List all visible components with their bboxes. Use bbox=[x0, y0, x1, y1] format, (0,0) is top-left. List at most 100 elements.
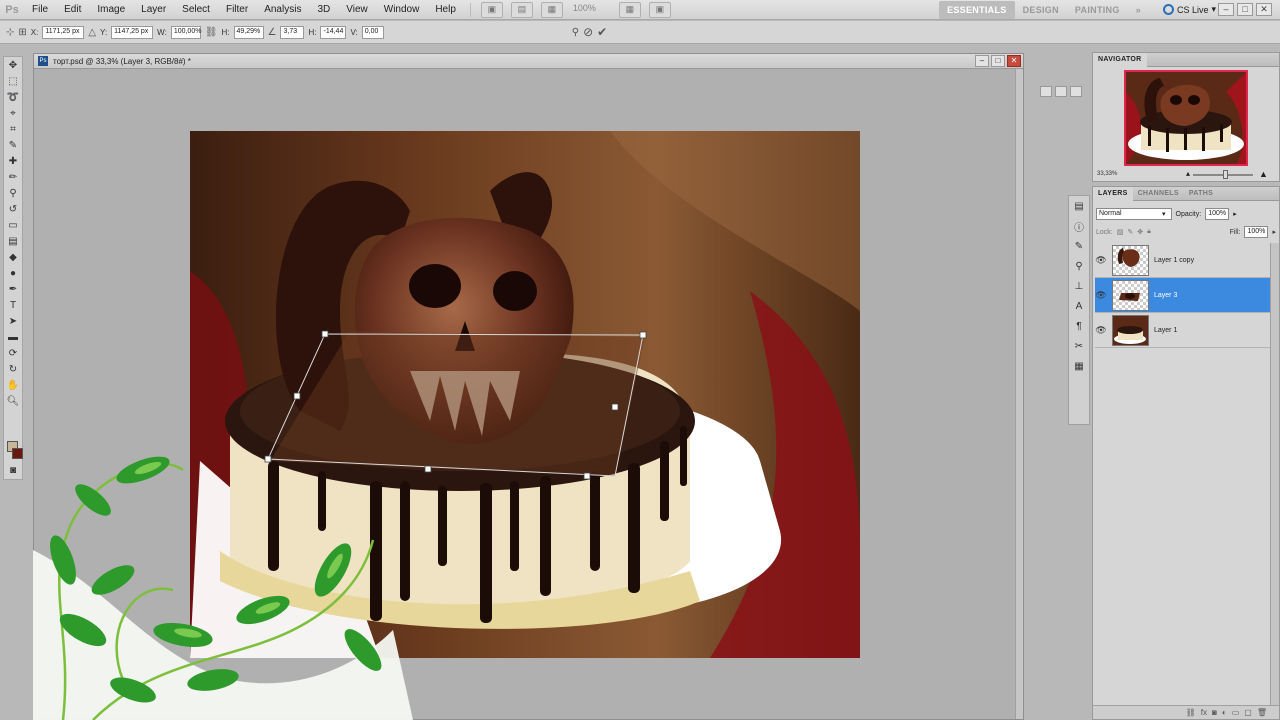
workspace-painting[interactable]: PAINTING bbox=[1067, 0, 1128, 20]
character-panel-icon[interactable]: A bbox=[1069, 296, 1089, 316]
layers-scrollbar[interactable] bbox=[1270, 243, 1279, 713]
launch-minibridge-button[interactable]: ▤ bbox=[510, 1, 533, 18]
actions-panel-icon[interactable]: ✂ bbox=[1069, 336, 1089, 356]
menu-select[interactable]: Select bbox=[174, 0, 218, 20]
lasso-tool-icon[interactable]: ➰ bbox=[4, 89, 22, 105]
menu-window[interactable]: Window bbox=[376, 0, 428, 20]
menu-3d[interactable]: 3D bbox=[309, 0, 338, 20]
transform-tool-icon[interactable]: ⊹ bbox=[6, 27, 14, 38]
layer-row-layer-1-copy[interactable]: 👁︎ Layer 1 copy bbox=[1095, 243, 1270, 278]
height-field[interactable]: 49,29% bbox=[233, 25, 264, 39]
history-brush-tool-icon[interactable]: ↺ bbox=[4, 201, 22, 217]
link-layers-icon[interactable]: ⛓ bbox=[1186, 708, 1196, 717]
blur-tool-icon[interactable]: ◆ bbox=[4, 249, 22, 265]
y-position-field[interactable]: 1147,25 px bbox=[111, 25, 154, 39]
tab-layers[interactable]: LAYERS bbox=[1093, 186, 1133, 201]
paragraph-panel-icon[interactable]: ¶ bbox=[1069, 316, 1089, 336]
chevron-down-icon[interactable]: ▾ bbox=[1162, 210, 1166, 218]
move-tool-icon[interactable]: ✥ bbox=[4, 57, 22, 73]
adjustment-layer-icon[interactable]: ◐ bbox=[1222, 708, 1227, 717]
relative-position-icon[interactable]: △ bbox=[88, 27, 96, 38]
layer-row-layer-1[interactable]: 👁︎ Layer 1 bbox=[1095, 313, 1270, 348]
history-panel-icon[interactable]: ▤ bbox=[1069, 196, 1089, 216]
frame-restore-button[interactable] bbox=[1055, 86, 1067, 97]
menu-help[interactable]: Help bbox=[427, 0, 464, 20]
hand-tool-icon[interactable]: ✋ bbox=[4, 377, 22, 393]
document-scrollbar[interactable] bbox=[1015, 69, 1023, 719]
document-close-button[interactable]: ✕ bbox=[1007, 55, 1021, 67]
menu-filter[interactable]: Filter bbox=[218, 0, 256, 20]
delete-layer-icon[interactable]: 🗑︎ bbox=[1257, 708, 1267, 717]
zoom-in-icon[interactable]: ▲ bbox=[1259, 169, 1268, 179]
opacity-field[interactable]: 100% bbox=[1205, 208, 1230, 220]
marquee-tool-icon[interactable]: ⬚ bbox=[4, 73, 22, 89]
clone-stamp-tool-icon[interactable]: ⚲ bbox=[4, 185, 22, 201]
add-mask-icon[interactable]: ◙ bbox=[1212, 708, 1217, 717]
frame-close-button[interactable] bbox=[1070, 86, 1082, 97]
cs-live-button[interactable]: CS Live ▾ bbox=[1162, 4, 1216, 15]
tab-paths[interactable]: PATHS bbox=[1184, 187, 1218, 201]
workspace-more-button[interactable]: » bbox=[1128, 0, 1149, 20]
pen-tool-icon[interactable]: ✒ bbox=[4, 281, 22, 297]
layer-style-icon[interactable]: fx bbox=[1201, 708, 1207, 717]
zoom-out-icon[interactable]: ▴ bbox=[1186, 169, 1190, 178]
link-icon[interactable]: ⛓ bbox=[205, 27, 218, 38]
lock-pixels-icon[interactable]: ✎ bbox=[1127, 228, 1133, 236]
brush-tool-icon[interactable]: ✏ bbox=[4, 169, 22, 185]
blend-mode-select[interactable]: Normal bbox=[1096, 208, 1172, 220]
fill-arrow-icon[interactable]: ▸ bbox=[1272, 228, 1276, 236]
lock-transparent-icon[interactable]: ▨ bbox=[1117, 228, 1124, 236]
tab-channels[interactable]: CHANNELS bbox=[1133, 187, 1184, 201]
zoom-level-dropdown[interactable]: 100% bbox=[573, 3, 609, 17]
menu-edit[interactable]: Edit bbox=[56, 0, 89, 20]
tool-presets-icon[interactable]: ⊥ bbox=[1069, 276, 1089, 296]
menu-file[interactable]: File bbox=[24, 0, 56, 20]
commit-transform-icon[interactable]: ✔ bbox=[597, 25, 607, 39]
layer-name[interactable]: Layer 1 bbox=[1154, 327, 1177, 334]
document-tab[interactable]: Ps торт.psd @ 33,3% (Layer 3, RGB/8#) * bbox=[34, 54, 1023, 69]
x-position-field[interactable]: 1171,25 px bbox=[42, 25, 85, 39]
close-window-button[interactable]: ✕ bbox=[1256, 3, 1272, 16]
type-tool-icon[interactable]: T bbox=[4, 297, 22, 313]
menu-layer[interactable]: Layer bbox=[133, 0, 174, 20]
shape-tool-icon[interactable]: ▬ bbox=[4, 329, 22, 345]
quick-select-tool-icon[interactable]: ⌖ bbox=[4, 105, 22, 121]
visibility-eye-icon[interactable]: 👁︎ bbox=[1095, 255, 1107, 266]
view-extras-button[interactable]: ▦ bbox=[540, 1, 563, 18]
clone-source-icon[interactable]: ⚲ bbox=[1069, 256, 1089, 276]
opacity-arrow-icon[interactable]: ▸ bbox=[1233, 210, 1237, 218]
lock-all-icon[interactable]: 🔒︎ bbox=[1147, 228, 1151, 236]
navigator-zoom-value[interactable]: 33,33% bbox=[1097, 171, 1117, 177]
menu-image[interactable]: Image bbox=[89, 0, 133, 20]
launch-bridge-button[interactable]: ▣ bbox=[480, 1, 503, 18]
path-selection-tool-icon[interactable]: ➤ bbox=[4, 313, 22, 329]
zoom-tool-icon[interactable]: 🔍︎ bbox=[4, 393, 22, 409]
eraser-tool-icon[interactable]: ▭ bbox=[4, 217, 22, 233]
v-skew-field[interactable]: 0,00 bbox=[361, 25, 384, 39]
brush-presets-icon[interactable]: ✎ bbox=[1069, 236, 1089, 256]
menu-view[interactable]: View bbox=[338, 0, 376, 20]
layer-name[interactable]: Layer 3 bbox=[1154, 292, 1177, 299]
reference-point-icon[interactable]: ⊞ bbox=[18, 27, 26, 38]
minimize-window-button[interactable]: – bbox=[1218, 3, 1234, 16]
screen-mode-button[interactable]: ▣ bbox=[648, 1, 671, 18]
navigator-preview[interactable] bbox=[1124, 70, 1248, 166]
warp-mode-icon[interactable]: ⚲ bbox=[572, 27, 579, 38]
new-layer-icon[interactable]: ▢ bbox=[1244, 708, 1252, 717]
new-group-icon[interactable]: ▭ bbox=[1232, 708, 1240, 717]
visibility-eye-icon[interactable]: 👁︎ bbox=[1095, 290, 1107, 301]
arrange-documents-button[interactable]: ▦ bbox=[618, 1, 641, 18]
maximize-window-button[interactable]: □ bbox=[1237, 3, 1253, 16]
navigator-zoom-handle[interactable] bbox=[1223, 170, 1228, 179]
tab-navigator[interactable]: NAVIGATOR bbox=[1093, 52, 1147, 67]
fill-field[interactable]: 100% bbox=[1244, 226, 1269, 238]
eyedropper-tool-icon[interactable]: ✎ bbox=[4, 137, 22, 153]
info-panel-icon[interactable]: ⓘ bbox=[1069, 216, 1089, 236]
document-minimize-button[interactable]: – bbox=[975, 55, 989, 67]
workspace-essentials[interactable]: ESSENTIALS bbox=[939, 0, 1015, 19]
healing-brush-tool-icon[interactable]: ✚ bbox=[4, 153, 22, 169]
3d-rotate-tool-icon[interactable]: ⟳ bbox=[4, 345, 22, 361]
visibility-eye-icon[interactable]: 👁︎ bbox=[1095, 325, 1107, 336]
width-field[interactable]: 100,00% bbox=[170, 25, 201, 39]
lock-position-icon[interactable]: ✥ bbox=[1137, 228, 1143, 236]
